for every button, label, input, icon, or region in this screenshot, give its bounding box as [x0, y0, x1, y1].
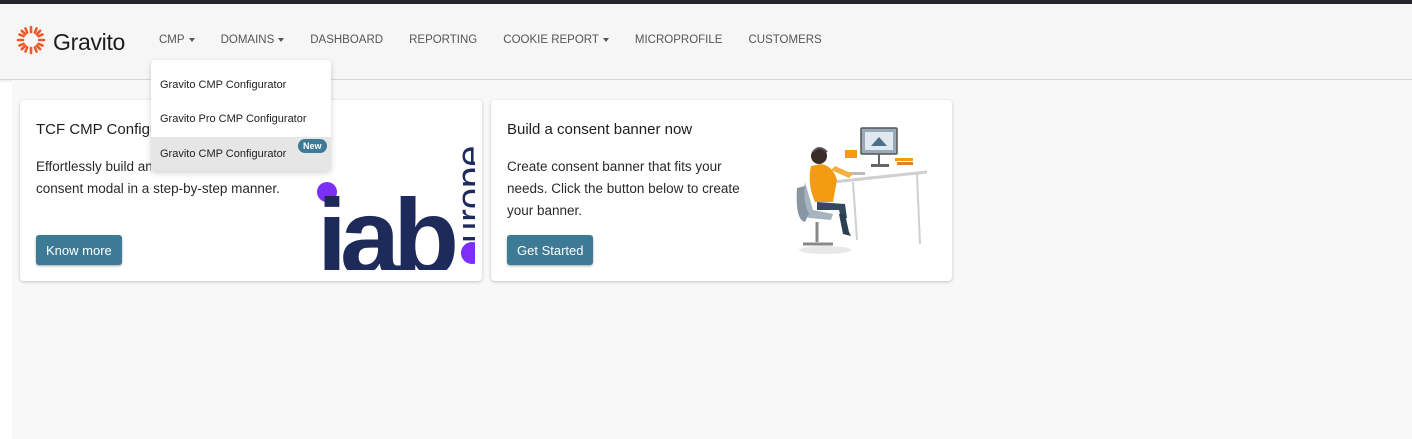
new-badge: New — [298, 139, 327, 153]
nav-customers[interactable]: CUSTOMERS — [748, 34, 821, 46]
cmp-dropdown-menu: Gravito CMP Configurator Gravito Pro CMP… — [151, 60, 331, 171]
gravito-sun-icon — [15, 24, 47, 61]
nav-microprofile[interactable]: MICROPROFILE — [635, 34, 723, 46]
brand-logo[interactable]: Gravito — [15, 24, 126, 61]
nav-dashboard[interactable]: DASHBOARD — [310, 34, 383, 46]
caret-down-icon — [278, 38, 285, 42]
consent-banner-card: Build a consent banner now Create consen… — [491, 100, 952, 281]
nav-reporting[interactable]: REPORTING — [409, 34, 477, 46]
dropdown-item-gravito-cmp-configurator[interactable]: Gravito CMP Configurator — [151, 68, 331, 102]
nav-cmp-label: CMP — [159, 34, 185, 46]
nav-domains[interactable]: DOMAINS — [221, 34, 285, 46]
nav-reporting-label: REPORTING — [409, 34, 478, 46]
caret-down-icon — [188, 38, 195, 42]
dropdown-item-label: Gravito CMP Configurator — [160, 79, 287, 91]
dropdown-item-label: Gravito CMP Configurator — [160, 148, 287, 160]
nav-cmp[interactable]: CMP — [159, 34, 195, 46]
nav-domains-label: DOMAINS — [220, 34, 275, 46]
card-description: Create consent banner that fits your nee… — [507, 159, 740, 218]
dropdown-item-label: Gravito Pro CMP Configurator — [160, 113, 307, 125]
know-more-button[interactable]: Know more — [36, 235, 122, 265]
get-started-button[interactable]: Get Started — [507, 235, 594, 265]
nav-cookie-report[interactable]: COOKIE REPORT — [503, 34, 609, 46]
nav-dashboard-label: DASHBOARD — [310, 34, 384, 46]
brand-name: Gravito — [53, 28, 126, 55]
iab-logo-text: iab — [317, 176, 455, 270]
dropdown-item-gravito-cmp-configurator-new[interactable]: Gravito CMP Configurator New — [151, 137, 331, 171]
card-title: Build a consent banner now — [507, 121, 693, 138]
dropdown-item-gravito-pro-cmp-configurator[interactable]: Gravito Pro CMP Configurator — [151, 102, 331, 136]
main-nav: CMP DOMAINS DASHBOARD REPORTING COOKIE R… — [159, 34, 848, 46]
nav-cookie-report-label: COOKIE REPORT — [503, 34, 599, 46]
caret-down-icon — [602, 38, 609, 42]
nav-microprofile-label: MICROPROFILE — [634, 34, 723, 46]
desk-worker-illustration — [796, 127, 928, 254]
nav-customers-label: CUSTOMERS — [748, 34, 822, 46]
